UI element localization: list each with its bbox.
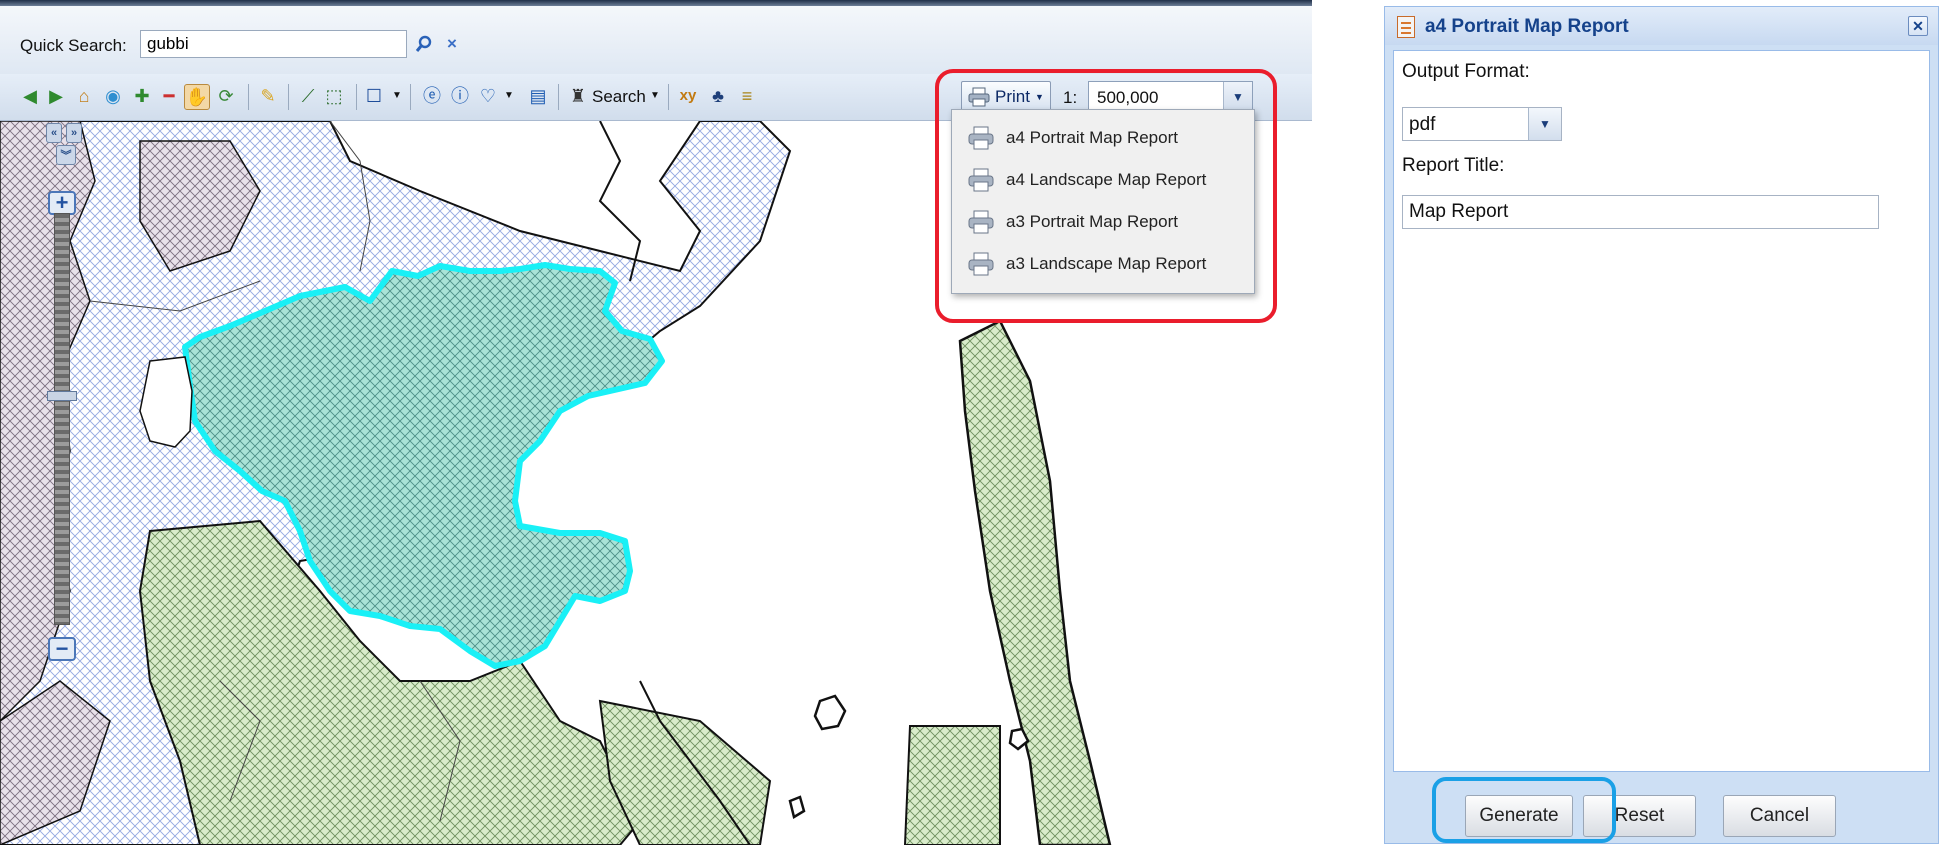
map-water <box>139 356 193 448</box>
chevron-down-icon[interactable]: ▼ <box>392 90 402 101</box>
info-icon[interactable]: ⓘ <box>448 84 472 108</box>
output-format-select[interactable]: pdf ▼ <box>1402 107 1562 141</box>
quick-search-label: Quick Search: <box>20 36 127 55</box>
cancel-button[interactable]: Cancel <box>1723 795 1836 837</box>
dialog-body: Output Format: pdf ▼ Report Title: <box>1393 50 1930 772</box>
back-arrow-icon[interactable]: ◀ <box>18 84 42 108</box>
measure-area-icon[interactable]: ⬚ <box>322 84 346 108</box>
zoom-minus-icon[interactable]: − <box>48 637 76 661</box>
toolbar-separator <box>356 84 357 110</box>
map-region-green <box>903 725 1001 845</box>
refresh-icon[interactable]: ⟳ <box>214 84 238 108</box>
globe-icon[interactable]: ◉ <box>101 84 125 108</box>
select-box-icon[interactable]: ☐ <box>362 84 386 108</box>
print-report-dialog: a4 Portrait Map Report ✕ Output Format: … <box>1384 6 1939 844</box>
search-menu-button[interactable]: Search <box>592 87 646 107</box>
clear-search-icon[interactable]: × <box>440 30 464 58</box>
dialog-title-bar[interactable]: a4 Portrait Map Report ✕ <box>1385 7 1938 45</box>
map-application: Quick Search: × ◀ ▶ ⌂ ◉ ✚ ━ ✋ ⟳ ✎ ⟋ ⬚ ☐ … <box>0 0 1312 845</box>
forward-arrow-icon[interactable]: ▶ <box>44 84 68 108</box>
pan-right-icon[interactable]: » <box>66 123 82 143</box>
identify-icon[interactable]: ⓔ <box>420 84 444 108</box>
pan-control: ︽ « » ︾ <box>40 121 92 191</box>
pan-left-icon[interactable]: « <box>46 123 62 143</box>
chevron-down-icon[interactable]: ▼ <box>650 90 660 101</box>
print-highlight-box <box>935 69 1277 323</box>
measure-line-icon[interactable]: ⟋ <box>296 84 320 108</box>
search-icon[interactable] <box>412 30 436 58</box>
quick-search-input[interactable] <box>140 30 407 58</box>
zoom-slider: + − <box>45 191 79 661</box>
binoculars-icon[interactable]: ♜ <box>566 84 590 108</box>
binoculars-icon[interactable]: ♣ <box>706 84 730 108</box>
list-icon[interactable]: ▤ <box>526 84 550 108</box>
chevron-down-icon[interactable]: ▼ <box>1528 108 1561 140</box>
dialog-title: a4 Portrait Map Report <box>1425 16 1629 37</box>
toolbar-separator <box>288 84 289 110</box>
report-icon <box>1397 16 1415 38</box>
zoom-slider-thumb[interactable] <box>47 391 77 401</box>
output-format-label: Output Format: <box>1402 61 1530 82</box>
toolbar-separator <box>668 84 669 110</box>
report-title-label: Report Title: <box>1402 155 1505 176</box>
pencil-icon[interactable]: ✎ <box>256 84 280 108</box>
report-title-input[interactable] <box>1402 195 1879 229</box>
comment-icon[interactable]: ♡ <box>476 84 500 108</box>
coordinates-icon[interactable]: xy <box>676 84 700 108</box>
zoom-out-icon[interactable]: ━ <box>157 84 181 108</box>
output-format-value: pdf <box>1409 114 1436 135</box>
home-icon[interactable]: ⌂ <box>72 84 96 108</box>
toolbar-separator <box>410 84 411 110</box>
toolbar-separator <box>248 84 249 110</box>
close-icon[interactable]: ✕ <box>1908 16 1928 36</box>
quick-search-bar: Quick Search: × <box>0 6 1312 75</box>
generate-highlight-box <box>1432 777 1616 843</box>
zoom-in-icon[interactable]: ✚ <box>130 84 154 108</box>
pan-hand-icon[interactable]: ✋ <box>184 84 210 110</box>
zoom-track[interactable] <box>54 213 70 625</box>
pan-down-icon[interactable]: ︾ <box>56 145 76 165</box>
chevron-down-icon[interactable]: ▼ <box>504 90 514 101</box>
layers-icon[interactable]: ≡ <box>735 84 759 108</box>
toolbar-separator <box>558 84 559 110</box>
zoom-plus-icon[interactable]: + <box>48 191 76 215</box>
